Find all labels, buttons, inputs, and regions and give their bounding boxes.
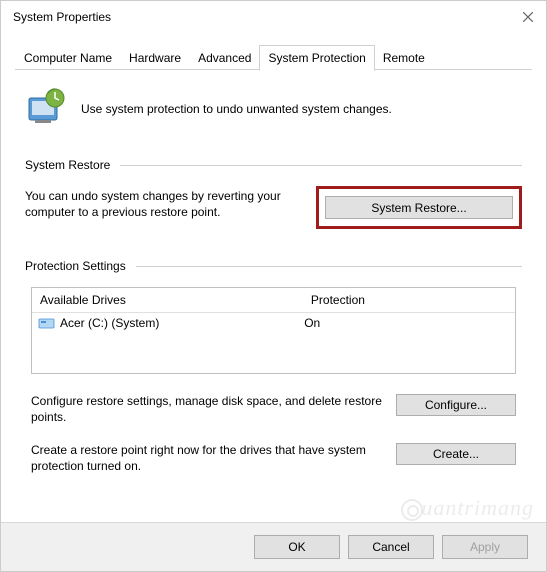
close-icon bbox=[523, 12, 533, 22]
create-row: Create a restore point right now for the… bbox=[31, 443, 516, 474]
col-header-protection[interactable]: Protection bbox=[303, 288, 515, 312]
tab-system-protection[interactable]: System Protection bbox=[259, 45, 374, 71]
create-text: Create a restore point right now for the… bbox=[31, 443, 384, 474]
dialog-button-row: OK Cancel Apply bbox=[1, 522, 546, 571]
tab-content: Use system protection to undo unwanted s… bbox=[1, 70, 546, 502]
restore-row: You can undo system changes by reverting… bbox=[25, 186, 522, 229]
drive-name: Acer (C:) (System) bbox=[60, 316, 159, 330]
drives-table-body: Acer (C:) (System) On bbox=[32, 313, 515, 373]
divider bbox=[120, 165, 522, 166]
drive-protection: On bbox=[304, 316, 509, 330]
col-header-drives[interactable]: Available Drives bbox=[32, 288, 303, 312]
configure-button[interactable]: Configure... bbox=[396, 394, 516, 416]
ok-button[interactable]: OK bbox=[254, 535, 340, 559]
tab-bar: Computer Name Hardware Advanced System P… bbox=[1, 33, 546, 70]
window-title: System Properties bbox=[9, 10, 111, 24]
protection-settings-title: Protection Settings bbox=[25, 259, 126, 273]
tab-remote[interactable]: Remote bbox=[374, 45, 434, 70]
protection-settings-header: Protection Settings bbox=[25, 259, 522, 273]
system-protection-icon bbox=[25, 88, 67, 130]
system-restore-button[interactable]: System Restore... bbox=[325, 196, 513, 219]
table-row[interactable]: Acer (C:) (System) On bbox=[32, 313, 515, 333]
tab-computer-name[interactable]: Computer Name bbox=[15, 45, 121, 70]
divider bbox=[136, 266, 522, 267]
intro-text: Use system protection to undo unwanted s… bbox=[81, 102, 392, 116]
tab-hardware[interactable]: Hardware bbox=[120, 45, 190, 70]
cancel-button[interactable]: Cancel bbox=[348, 535, 434, 559]
configure-row: Configure restore settings, manage disk … bbox=[31, 394, 516, 425]
system-properties-window: System Properties Computer Name Hardware… bbox=[0, 0, 547, 572]
restore-text: You can undo system changes by reverting… bbox=[25, 186, 300, 220]
tab-advanced[interactable]: Advanced bbox=[189, 45, 260, 70]
apply-button[interactable]: Apply bbox=[442, 535, 528, 559]
configure-text: Configure restore settings, manage disk … bbox=[31, 394, 384, 425]
system-restore-header: System Restore bbox=[25, 158, 522, 172]
drive-icon bbox=[38, 316, 56, 330]
close-button[interactable] bbox=[518, 7, 538, 27]
intro-row: Use system protection to undo unwanted s… bbox=[25, 88, 522, 130]
drives-table-header: Available Drives Protection bbox=[32, 288, 515, 313]
highlight-box: System Restore... bbox=[316, 186, 522, 229]
create-button[interactable]: Create... bbox=[396, 443, 516, 465]
drives-table: Available Drives Protection Acer (C:) (S… bbox=[31, 287, 516, 374]
titlebar: System Properties bbox=[1, 1, 546, 33]
system-restore-title: System Restore bbox=[25, 158, 110, 172]
